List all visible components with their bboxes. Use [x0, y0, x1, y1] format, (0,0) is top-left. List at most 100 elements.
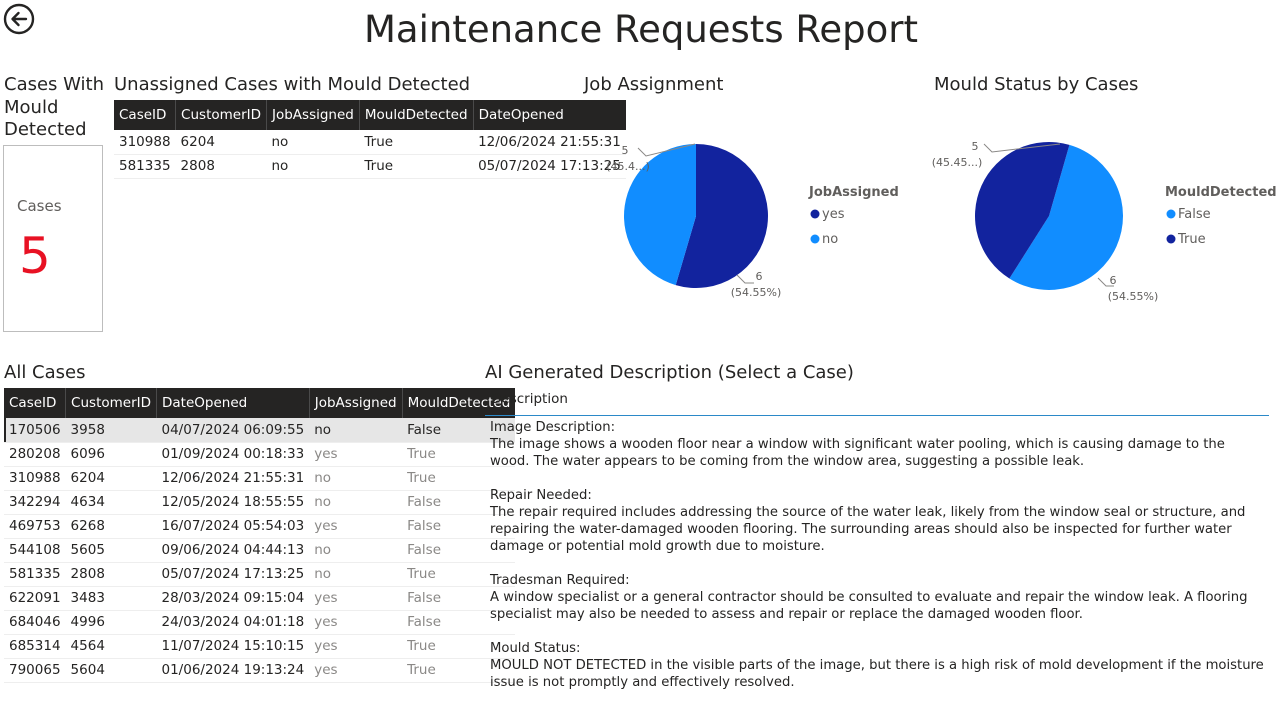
- cell-jobassigned: yes: [309, 514, 403, 539]
- legend-item-no[interactable]: no: [822, 232, 838, 247]
- cell-customerid: 5604: [65, 658, 157, 683]
- job-assignment-pie-chart[interactable]: 5 (45.4...) 6 (54.55%) JobAssigned yes no: [560, 110, 900, 310]
- description-section: Image Description: The image shows a wood…: [490, 419, 1265, 470]
- description-body: Image Description: The image shows a wood…: [490, 419, 1265, 708]
- table-row[interactable]: 310988 6204 12/06/2024 21:55:31 no True: [4, 466, 516, 491]
- description-section-text: A window specialist or a general contrac…: [490, 590, 1248, 622]
- cell-caseid: 170506: [4, 418, 66, 443]
- cell-jobassigned: no: [309, 418, 403, 443]
- legend-title: MouldDetected: [1165, 185, 1277, 200]
- table-row[interactable]: 581335 2808 05/07/2024 17:13:25 no True: [4, 562, 516, 587]
- table-row[interactable]: 170506 3958 04/07/2024 06:09:55 no False: [4, 418, 516, 443]
- description-section: Tradesman Required: A window specialist o…: [490, 572, 1265, 623]
- cell-caseid: 469753: [4, 514, 66, 539]
- unassigned-table-title: Unassigned Cases with Mould Detected: [114, 74, 471, 95]
- description-column-header[interactable]: Description: [485, 388, 1269, 416]
- cell-caseid: 790065: [4, 658, 66, 683]
- cell-moulddetected: True: [359, 130, 474, 155]
- legend-marker: [1166, 234, 1176, 244]
- cell-customerid: 3483: [65, 586, 157, 611]
- column-header-caseid[interactable]: CaseID: [4, 388, 66, 418]
- cell-jobassigned: yes: [309, 634, 403, 659]
- data-label-percent: (54.55%): [1108, 290, 1159, 303]
- legend-marker: [1166, 209, 1176, 219]
- table-row[interactable]: 685314 4564 11/07/2024 15:10:15 yes True: [4, 634, 516, 659]
- job-chart-title: Job Assignment: [584, 74, 724, 95]
- description-section-text: MOULD NOT DETECTED in the visible parts …: [490, 658, 1264, 690]
- table-row[interactable]: 684046 4996 24/03/2024 04:01:18 yes False: [4, 610, 516, 635]
- column-header-dateopened[interactable]: DateOpened: [156, 388, 310, 418]
- description-section-label: Repair Needed:: [490, 488, 592, 503]
- cell-dateopened: 24/03/2024 04:01:18: [156, 610, 310, 635]
- legend-item-false[interactable]: False: [1178, 207, 1211, 222]
- mould-status-pie-chart[interactable]: 5 (45.45...) 6 (54.55%) MouldDetected False Tr…: [910, 110, 1278, 310]
- column-header-jobassigned[interactable]: JobAssigned: [266, 100, 360, 130]
- cell-customerid: 4564: [65, 634, 157, 659]
- cell-caseid: 581335: [114, 154, 176, 179]
- cell-customerid: 4634: [65, 490, 157, 515]
- mould-chart-title: Mould Status by Cases: [934, 74, 1139, 95]
- kpi-label: Cases: [17, 197, 62, 215]
- cell-customerid: 2808: [175, 154, 267, 179]
- description-section-label: Image Description:: [490, 420, 616, 435]
- cell-jobassigned: no: [309, 562, 403, 587]
- unassigned-cases-table: CaseID CustomerID JobAssigned MouldDetec…: [114, 100, 626, 179]
- cell-jobassigned: yes: [309, 610, 403, 635]
- description-section-text: The image shows a wooden floor near a wi…: [490, 437, 1225, 469]
- cell-caseid: 280208: [4, 442, 66, 467]
- column-header-customerid[interactable]: CustomerID: [65, 388, 157, 418]
- table-row[interactable]: 622091 3483 28/03/2024 09:15:04 yes False: [4, 586, 516, 611]
- cell-jobassigned: yes: [309, 658, 403, 683]
- data-label-count: 6: [756, 270, 763, 283]
- table-row[interactable]: 310988 6204 no True 12/06/2024 21:55:31: [114, 130, 626, 155]
- leader-line: [736, 274, 754, 284]
- cell-customerid: 3958: [65, 418, 157, 443]
- cell-caseid: 581335: [4, 562, 66, 587]
- cell-moulddetected: True: [359, 154, 474, 179]
- description-section-label: Tradesman Required:: [490, 573, 630, 588]
- cell-dateopened: 01/09/2024 00:18:33: [156, 442, 310, 467]
- cell-customerid: 6204: [65, 466, 157, 491]
- cell-jobassigned: yes: [309, 586, 403, 611]
- cell-customerid: 5605: [65, 538, 157, 563]
- description-title: AI Generated Description (Select a Case): [485, 362, 854, 383]
- column-header-caseid[interactable]: CaseID: [114, 100, 176, 130]
- table-row[interactable]: 280208 6096 01/09/2024 00:18:33 yes True: [4, 442, 516, 467]
- cell-caseid: 310988: [114, 130, 176, 155]
- table-row[interactable]: 469753 6268 16/07/2024 05:54:03 yes False: [4, 514, 516, 539]
- cell-customerid: 6268: [65, 514, 157, 539]
- cell-caseid: 684046: [4, 610, 66, 635]
- cell-dateopened: 12/06/2024 21:55:31: [156, 466, 310, 491]
- all-cases-table: CaseID CustomerID DateOpened JobAssigned…: [4, 388, 516, 683]
- legend-marker: [810, 234, 820, 244]
- column-header-moulddetected[interactable]: MouldDetected: [358, 100, 474, 130]
- cell-customerid: 6096: [65, 442, 157, 467]
- data-label-percent: (54.55%): [731, 286, 782, 299]
- cell-jobassigned: no: [309, 538, 403, 563]
- cell-caseid: 342294: [4, 490, 66, 515]
- legend-item-yes[interactable]: yes: [822, 207, 845, 222]
- cell-jobassigned: no: [309, 490, 403, 515]
- description-section-label: Mould Status:: [490, 641, 581, 656]
- table-row[interactable]: 581335 2808 no True 05/07/2024 17:13:25: [114, 154, 626, 179]
- data-label-count: 6: [1110, 274, 1117, 287]
- legend-marker: [810, 209, 820, 219]
- kpi-card[interactable]: Cases 5: [3, 145, 103, 332]
- data-label-count: 5: [972, 140, 979, 153]
- cell-customerid: 2808: [65, 562, 157, 587]
- cell-caseid: 310988: [4, 466, 66, 491]
- cell-dateopened: 16/07/2024 05:54:03: [156, 514, 310, 539]
- cell-dateopened: 01/06/2024 19:13:24: [156, 658, 310, 683]
- cell-jobassigned: no: [309, 466, 403, 491]
- legend-item-true[interactable]: True: [1177, 232, 1206, 247]
- table-row[interactable]: 790065 5604 01/06/2024 19:13:24 yes True: [4, 658, 516, 683]
- cell-jobassigned: no: [266, 154, 360, 179]
- page-title: Maintenance Requests Report: [363, 8, 919, 51]
- column-header-customerid[interactable]: CustomerID: [175, 100, 267, 130]
- description-section: Mould Status: MOULD NOT DETECTED in the v…: [490, 640, 1265, 691]
- table-header-row: CaseID CustomerID DateOpened JobAssigned…: [4, 388, 516, 418]
- column-header-jobassigned[interactable]: JobAssigned: [308, 388, 403, 418]
- cell-dateopened: 04/07/2024 06:09:55: [156, 418, 310, 443]
- table-row[interactable]: 342294 4634 12/05/2024 18:55:55 no False: [4, 490, 516, 515]
- table-row[interactable]: 544108 5605 09/06/2024 04:44:13 no False: [4, 538, 516, 563]
